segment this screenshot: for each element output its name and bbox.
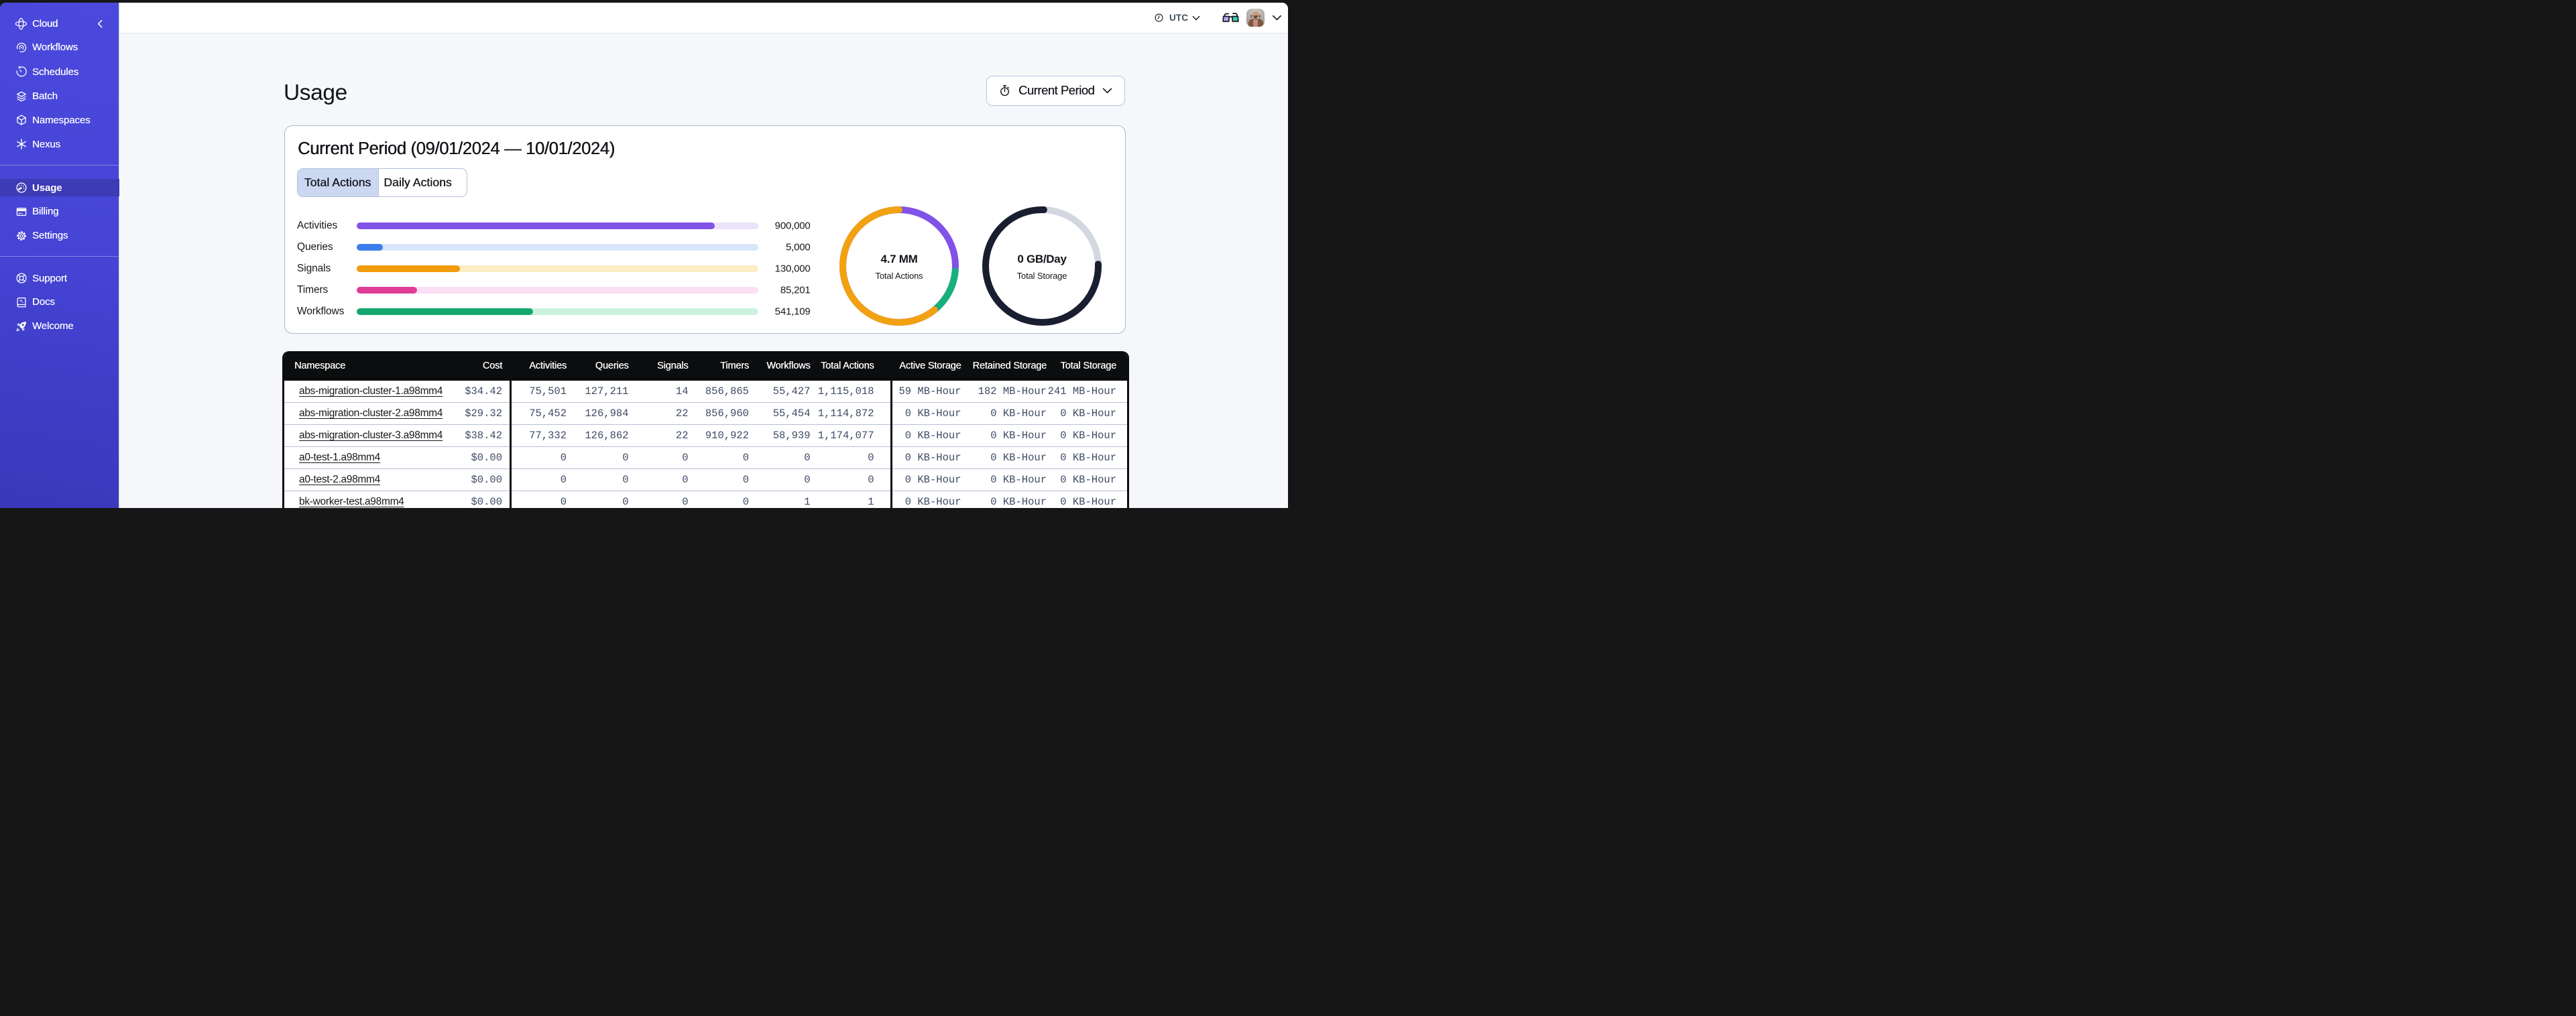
svg-text:4.7 MM: 4.7 MM <box>881 253 918 265</box>
svg-text:0 GB/Day: 0 GB/Day <box>1017 253 1067 265</box>
svg-text:Total Storage: Total Storage <box>1016 271 1067 281</box>
svg-text:Total Actions: Total Actions <box>875 271 923 281</box>
